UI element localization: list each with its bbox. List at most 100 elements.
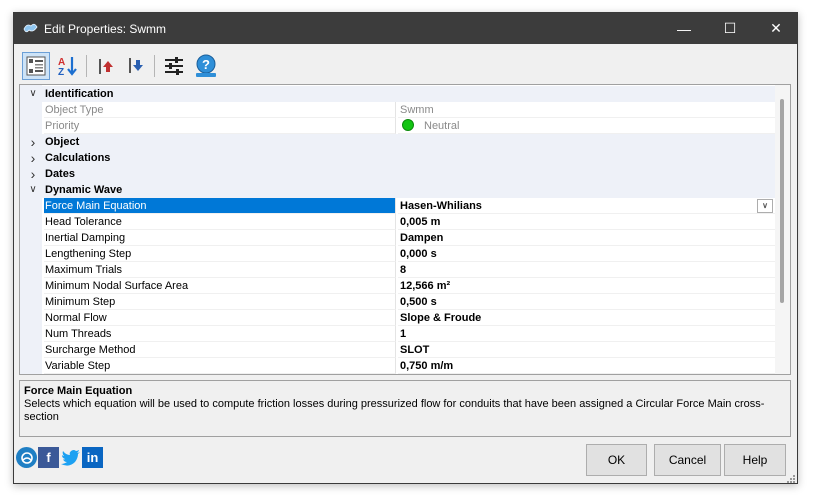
resize-grip-icon[interactable]	[787, 475, 795, 483]
property-value-cell[interactable]: SLOT	[398, 342, 775, 358]
category-row[interactable]: › Calculations	[20, 150, 775, 166]
dropdown-button[interactable]: ∨	[757, 199, 773, 213]
website-icon[interactable]	[16, 447, 37, 468]
property-value-cell[interactable]: Swmm	[398, 102, 775, 118]
property-name: Lengthening Step	[44, 246, 396, 262]
property-value: Dampen	[400, 232, 444, 244]
maximize-icon: ☐	[723, 20, 737, 36]
property-value-cell[interactable]: 8	[398, 262, 775, 278]
property-value-cell	[398, 150, 775, 166]
property-value-cell[interactable]: 0,500 s	[398, 294, 775, 310]
property-value-cell[interactable]: Slope & Froude	[398, 310, 775, 326]
property-value-cell[interactable]: 0,005 m	[398, 214, 775, 230]
property-row[interactable]: Normal Flow Slope & Froude	[20, 310, 775, 326]
property-value: Hasen-Whilians	[400, 200, 482, 212]
property-value: 8	[400, 264, 407, 276]
property-name: Minimum Nodal Surface Area	[44, 278, 396, 294]
description-panel: Force Main Equation Selects which equati…	[19, 380, 791, 437]
property-value: 0,005 m	[400, 216, 441, 228]
property-value-cell[interactable]: 1	[398, 326, 775, 342]
facebook-label: f	[46, 450, 51, 465]
property-name: Variable Step	[44, 358, 396, 374]
category-label: Calculations	[44, 150, 396, 166]
property-value-cell	[398, 134, 775, 150]
property-grid: ∨ Identification Object Type Swmm Priority Ne…	[19, 84, 791, 375]
chevron-down-icon[interactable]: ∨	[26, 86, 40, 102]
settings-button[interactable]	[160, 52, 188, 80]
category-row[interactable]: › Dates	[20, 166, 775, 182]
help-button[interactable]: Help	[724, 444, 786, 476]
property-row[interactable]: Minimum Step 0,500 s	[20, 294, 775, 310]
category-label: Dynamic Wave	[44, 182, 396, 198]
ok-button[interactable]: OK	[586, 444, 647, 476]
property-row[interactable]: Inertial Damping Dampen	[20, 230, 775, 246]
close-button[interactable]: ✕	[753, 13, 799, 44]
maximize-button[interactable]: ☐	[707, 13, 753, 44]
chevron-down-icon[interactable]: ∨	[26, 182, 40, 198]
property-row[interactable]: Num Threads 1	[20, 326, 775, 342]
sort-alphabetical-icon: A Z	[58, 57, 77, 77]
category-row[interactable]: › Object	[20, 134, 775, 150]
move-up-button[interactable]	[92, 52, 120, 80]
property-row[interactable]: Priority Neutral	[20, 118, 775, 134]
property-row[interactable]: Surcharge Method SLOT	[20, 342, 775, 358]
category-row[interactable]: ∨ Identification	[20, 86, 775, 102]
property-name: Head Tolerance	[44, 214, 396, 230]
category-label: Identification	[44, 86, 396, 102]
linkedin-label: in	[86, 450, 99, 465]
cancel-button[interactable]: Cancel	[654, 444, 721, 476]
property-name: Force Main Equation	[44, 198, 396, 214]
chevron-right-icon[interactable]: ›	[26, 134, 40, 150]
property-name: Object Type	[44, 102, 396, 118]
help-toolbar-button[interactable]: ?	[192, 52, 220, 80]
property-row[interactable]: Head Tolerance 0,005 m	[20, 214, 775, 230]
close-icon: ✕	[770, 20, 782, 36]
description-title: Force Main Equation	[24, 385, 133, 397]
property-value: 0,000 s	[400, 248, 437, 260]
property-value-cell[interactable]: 0,000 s	[398, 246, 775, 262]
property-value: 0,750 m/m	[400, 360, 454, 372]
property-value: Swmm	[400, 104, 434, 116]
vertical-scrollbar[interactable]	[775, 85, 790, 374]
scrollbar-thumb[interactable]	[780, 99, 784, 303]
chevron-right-icon[interactable]: ›	[26, 166, 40, 182]
property-value-cell[interactable]: 12,566 m²	[398, 278, 775, 294]
property-value-cell[interactable]: Hasen-Whilians ∨	[398, 198, 775, 214]
property-name: Minimum Step	[44, 294, 396, 310]
category-label: Object	[44, 134, 396, 150]
categorized-view-button[interactable]	[22, 52, 50, 80]
twitter-icon[interactable]	[60, 447, 81, 468]
toolbar-separator	[86, 55, 87, 77]
chevron-right-icon[interactable]: ›	[26, 150, 40, 166]
property-row[interactable]: Minimum Nodal Surface Area 12,566 m²	[20, 278, 775, 294]
property-row[interactable]: Object Type Swmm	[20, 102, 775, 118]
property-name: Inertial Damping	[44, 230, 396, 246]
property-row[interactable]: Variable Step 0,750 m/m	[20, 358, 775, 374]
linkedin-icon[interactable]: in	[82, 447, 103, 468]
property-row[interactable]: Maximum Trials 8	[20, 262, 775, 278]
facebook-icon[interactable]: f	[38, 447, 59, 468]
title-bar[interactable]: Edit Properties: Swmm — ☐ ✕	[14, 13, 797, 44]
category-row[interactable]: ∨ Dynamic Wave	[20, 182, 775, 198]
property-value-cell[interactable]: Neutral	[398, 118, 775, 134]
property-value-cell[interactable]: 0,750 m/m	[398, 358, 775, 374]
category-label: Dates	[44, 166, 396, 182]
settings-sliders-icon	[165, 57, 183, 75]
property-value-cell	[398, 182, 775, 198]
property-name: Maximum Trials	[44, 262, 396, 278]
property-value-cell	[398, 86, 775, 102]
property-value-cell[interactable]: Dampen	[398, 230, 775, 246]
categorized-view-icon	[26, 56, 46, 76]
property-row[interactable]: Force Main Equation Hasen-Whilians ∨	[20, 198, 775, 214]
svg-text:Z: Z	[58, 67, 64, 77]
minimize-button[interactable]: —	[661, 13, 707, 44]
property-row[interactable]: Lengthening Step 0,000 s	[20, 246, 775, 262]
social-links: f in	[16, 447, 103, 469]
sort-alphabetical-button[interactable]: A Z	[54, 52, 82, 80]
property-value: 12,566 m²	[400, 280, 451, 292]
property-value: 1	[400, 328, 407, 340]
property-value: Slope & Froude	[400, 312, 482, 324]
minimize-icon: —	[677, 20, 691, 37]
property-value: 0,500 s	[400, 296, 437, 308]
move-down-button[interactable]	[122, 52, 150, 80]
